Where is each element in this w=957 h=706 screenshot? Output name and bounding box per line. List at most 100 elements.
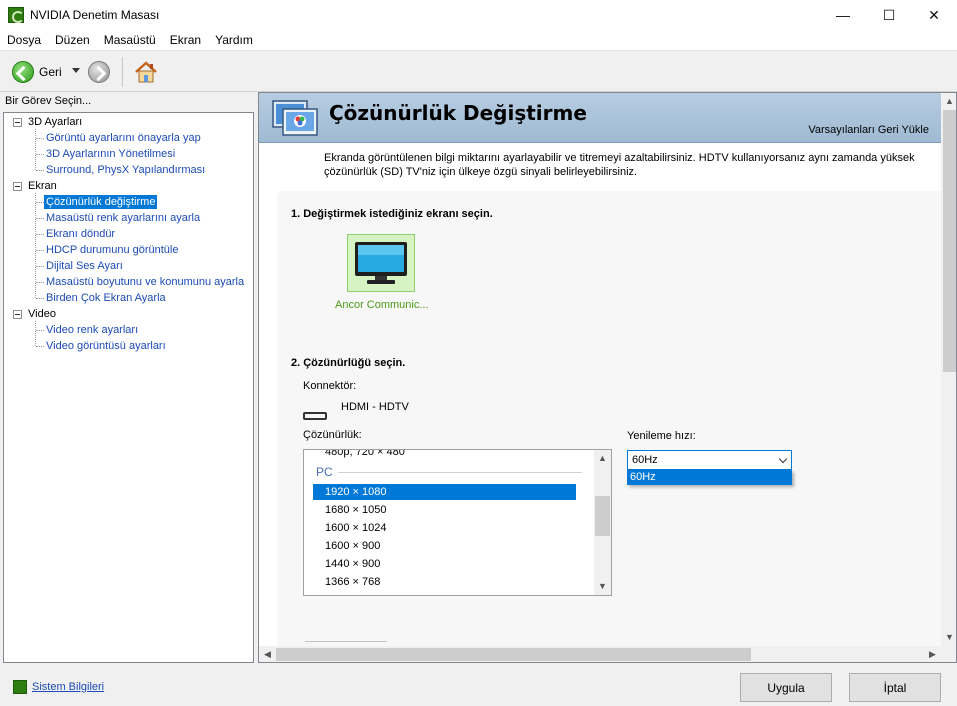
resolution-listbox[interactable]: 480p, 720 × 480 PC 1920 × 1080 1680 × 10… xyxy=(303,449,612,596)
tree-item-change-resolution[interactable]: Çözünürlük değiştirme xyxy=(44,195,158,209)
menu-dosya[interactable]: Dosya xyxy=(0,30,48,50)
connector-value: HDMI - HDTV xyxy=(341,401,409,413)
tree-item-image-presets[interactable]: Görüntü ayarlarını önayarla yap xyxy=(46,131,201,145)
system-info-link[interactable]: Sistem Bilgileri xyxy=(32,681,104,693)
home-icon[interactable] xyxy=(134,60,158,84)
collapse-3d-toggle-icon[interactable] xyxy=(13,118,22,127)
scroll-up-icon[interactable]: ▲ xyxy=(594,450,611,467)
scroll-left-icon[interactable]: ◀ xyxy=(259,646,276,662)
menu-masaustu[interactable]: Masaüstü xyxy=(97,30,163,50)
tree-category-ekran[interactable]: Ekran xyxy=(28,179,57,193)
system-info-icon[interactable] xyxy=(13,680,27,694)
scroll-right-icon[interactable]: ▶ xyxy=(924,646,941,662)
vertical-scroll-thumb[interactable] xyxy=(943,110,956,372)
maximize-icon: ☐ xyxy=(882,6,896,23)
tree-item-hdcp-status[interactable]: HDCP durumunu görüntüle xyxy=(46,243,178,257)
content-horizontal-scrollbar[interactable]: ◀ ▶ xyxy=(259,646,941,662)
resolution-item-1600x1024[interactable]: 1600 × 1024 xyxy=(325,520,386,536)
menu-yardim[interactable]: Yardım xyxy=(208,30,260,50)
refresh-rate-select[interactable]: 60Hz xyxy=(627,450,792,470)
tree-item-multiple-displays[interactable]: Birden Çok Ekran Ayarla xyxy=(46,291,166,305)
display-name-label[interactable]: Ancor Communic... xyxy=(335,299,429,311)
toolbar-separator xyxy=(122,57,123,87)
tree-guide-line xyxy=(36,202,44,203)
scroll-down-icon[interactable]: ▼ xyxy=(941,629,956,646)
window-title: NVIDIA Denetim Masası xyxy=(30,8,160,22)
menu-bar: Dosya Düzen Masaüstü Ekran Yardım xyxy=(0,30,957,50)
menu-ekran[interactable]: Ekran xyxy=(163,30,208,50)
resolution-item-1366x768[interactable]: 1366 × 768 xyxy=(325,574,380,590)
back-arrow-icon[interactable] xyxy=(12,61,34,83)
hdmi-connector-icon xyxy=(303,412,327,420)
task-panel-header: Bir Görev Seçin... xyxy=(5,95,92,107)
resolution-item-1920x1080[interactable]: 1920 × 1080 xyxy=(313,484,576,500)
restore-defaults-link[interactable]: Varsayılanları Geri Yükle xyxy=(808,124,929,136)
page-banner: Çözünürlük Değiştirme Varsayılanları Ger… xyxy=(259,93,941,143)
resolution-item-1600x900[interactable]: 1600 × 900 xyxy=(325,538,380,554)
tree-guide-line xyxy=(36,250,44,251)
group-divider xyxy=(338,472,582,473)
tree-guide-line xyxy=(36,218,44,219)
resolution-item-1680x1050[interactable]: 1680 × 1050 xyxy=(325,502,386,518)
tree-item-rotate-display[interactable]: Ekranı döndür xyxy=(46,227,115,241)
resolution-group-pc: PC xyxy=(316,465,333,479)
tree-item-surround-physx[interactable]: Surround, PhysX Yapılandırması xyxy=(46,163,205,177)
tree-guide-line xyxy=(36,330,44,331)
scrollbar-corner xyxy=(941,646,956,662)
tree-guide-line xyxy=(36,266,44,267)
tree-guide-line xyxy=(35,321,36,346)
minimize-button[interactable]: — xyxy=(820,0,866,30)
tree-item-digital-audio[interactable]: Dijital Ses Ayarı xyxy=(46,259,123,273)
resolution-list-scrollbar[interactable]: ▲ ▼ xyxy=(594,450,611,595)
content-panel: Çözünürlük Değiştirme Varsayılanları Ger… xyxy=(258,92,957,663)
connector-label: Konnektör: xyxy=(303,380,357,392)
tree-category-video[interactable]: Video xyxy=(28,307,56,321)
page-title: Çözünürlük Değiştirme xyxy=(329,101,587,125)
collapse-ekran-toggle-icon[interactable] xyxy=(13,182,22,191)
settings-card: 1. Değiştirmek istediğiniz ekranı seçin.… xyxy=(277,191,956,651)
cancel-button[interactable]: İptal xyxy=(849,673,941,702)
horizontal-scroll-thumb[interactable] xyxy=(276,648,751,661)
collapse-video-toggle-icon[interactable] xyxy=(13,310,22,319)
resolution-item-partial[interactable]: 480p, 720 × 480 xyxy=(325,450,405,460)
step2-heading: 2. Çözünürlüğü seçin. xyxy=(291,357,406,369)
display-tile-ancor[interactable] xyxy=(347,234,415,292)
maximize-button[interactable]: ☐ xyxy=(866,0,912,30)
page-description: Ekranda görüntülenen bilgi miktarını aya… xyxy=(324,152,915,178)
tree-item-video-image[interactable]: Video görüntüsü ayarları xyxy=(46,339,166,353)
display-settings-icon xyxy=(272,100,318,136)
next-section-divider xyxy=(305,641,387,642)
step1-heading: 1. Değiştirmek istediğiniz ekranı seçin. xyxy=(291,208,493,220)
monitor-icon xyxy=(355,242,407,284)
tree-guide-line xyxy=(36,154,44,155)
scroll-thumb[interactable] xyxy=(595,496,610,536)
close-button[interactable]: ✕ xyxy=(911,0,957,30)
refresh-option-60hz[interactable]: 60Hz xyxy=(627,470,792,485)
back-button-label[interactable]: Geri xyxy=(39,65,62,79)
refresh-rate-label: Yenileme hızı: xyxy=(627,430,696,442)
toolbar: Geri xyxy=(0,50,957,92)
resolution-item-1440x900[interactable]: 1440 × 900 xyxy=(325,556,380,572)
menu-duzen[interactable]: Düzen xyxy=(48,30,97,50)
forward-arrow-icon[interactable] xyxy=(88,61,110,83)
nvidia-app-icon xyxy=(8,7,24,23)
chevron-down-icon xyxy=(778,454,788,464)
tree-item-desktop-size-position[interactable]: Masaüstü boyutunu ve konumunu ayarla xyxy=(46,275,244,289)
close-icon: ✕ xyxy=(928,6,940,23)
apply-button[interactable]: Uygula xyxy=(740,673,832,702)
back-history-dropdown-icon[interactable] xyxy=(72,68,80,73)
tree-category-3d[interactable]: 3D Ayarları xyxy=(28,115,82,129)
tree-guide-line xyxy=(36,170,44,171)
content-vertical-scrollbar[interactable]: ▲ ▼ xyxy=(941,93,956,646)
tree-item-video-color[interactable]: Video renk ayarları xyxy=(46,323,138,337)
tree-guide-line xyxy=(36,298,44,299)
tree-guide-line xyxy=(36,234,44,235)
tree-item-desktop-color[interactable]: Masaüstü renk ayarlarını ayarla xyxy=(46,211,200,225)
scroll-up-icon[interactable]: ▲ xyxy=(941,93,956,110)
scroll-down-icon[interactable]: ▼ xyxy=(594,578,611,595)
tree-guide-line xyxy=(36,282,44,283)
refresh-rate-value: 60Hz xyxy=(632,454,658,466)
title-bar: NVIDIA Denetim Masası — ☐ ✕ xyxy=(0,0,957,30)
tree-guide-line xyxy=(35,129,36,170)
tree-item-manage-3d[interactable]: 3D Ayarlarının Yönetilmesi xyxy=(46,147,175,161)
